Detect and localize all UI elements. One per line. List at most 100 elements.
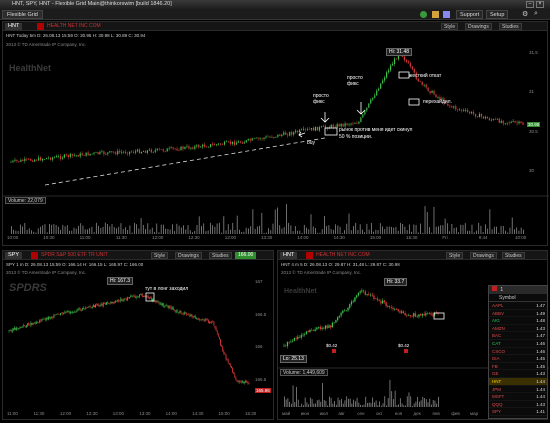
volume-bar xyxy=(87,229,88,234)
candle-body xyxy=(226,359,228,360)
volume-bar xyxy=(435,226,437,234)
main-price-chart[interactable] xyxy=(3,22,549,247)
candle-body xyxy=(472,112,475,114)
search-icon[interactable]: ⌕ xyxy=(534,10,538,18)
volume-bar xyxy=(404,226,406,234)
candle-body xyxy=(465,109,467,111)
candle-body xyxy=(143,296,145,297)
watchlist-row[interactable]: MSFT 1.44 xyxy=(489,393,547,401)
volume-bar xyxy=(431,232,433,234)
candle-body xyxy=(246,381,248,383)
volume-bar xyxy=(326,226,328,234)
spy-price-chart[interactable] xyxy=(3,251,275,421)
minimize-button[interactable]: – xyxy=(526,1,534,8)
candle-body xyxy=(433,90,435,95)
volume-bar xyxy=(420,223,421,234)
axis-tick-label: май xyxy=(282,411,291,416)
volume-bar xyxy=(292,385,294,407)
candle-body xyxy=(100,303,102,306)
watchlist-row[interactable]: JPM 1.44 xyxy=(489,386,547,394)
candle-body xyxy=(141,294,143,295)
candle-body xyxy=(342,310,344,313)
candle-body xyxy=(399,311,401,313)
watchlist-row[interactable]: SPY 1.41 xyxy=(489,408,547,416)
candle-body xyxy=(467,109,469,112)
candle-body xyxy=(426,313,429,314)
axis-tick-label: ноя xyxy=(394,411,403,416)
candle-body xyxy=(368,294,370,295)
message-icon[interactable] xyxy=(432,11,439,18)
link-icon[interactable] xyxy=(443,11,450,18)
watchlist-row[interactable]: AAPL 1.47 xyxy=(489,302,547,310)
candle-body xyxy=(312,330,315,331)
watchlist-row[interactable]: DIA 1.45 xyxy=(489,355,547,363)
watchlist-column-header[interactable]: Symbol xyxy=(489,294,547,302)
watchlist-row[interactable]: AMZN 1.43 xyxy=(489,325,547,333)
candle-body xyxy=(40,320,42,322)
watchlist-row[interactable]: ABBV 1.49 xyxy=(489,310,547,318)
watchlist-value: 1.45 xyxy=(536,363,545,369)
candle-body xyxy=(150,149,152,153)
candle-body xyxy=(152,298,153,301)
candle-body xyxy=(200,319,202,321)
watchlist-row[interactable]: AIG 1.48 xyxy=(489,317,547,325)
volume-bar xyxy=(408,224,410,234)
candle-body xyxy=(235,376,237,380)
candle-body xyxy=(387,305,389,307)
candle-body xyxy=(11,329,13,332)
candle-body xyxy=(190,314,192,317)
close-button[interactable]: × xyxy=(536,1,544,8)
candle-body xyxy=(309,329,311,333)
candle-body xyxy=(423,84,425,86)
volume-bar xyxy=(26,229,28,234)
candle-body xyxy=(385,72,388,78)
volume-bar xyxy=(216,223,218,234)
candle-body xyxy=(48,317,49,320)
volume-bar xyxy=(493,226,495,234)
watchlist-row[interactable]: FB 1.45 xyxy=(489,363,547,371)
volume-bar xyxy=(78,225,79,234)
watchlist-header[interactable]: 1 xyxy=(489,286,547,294)
candle-body xyxy=(508,122,510,124)
candle-body xyxy=(361,290,363,292)
volume-bar xyxy=(312,226,314,234)
volume-bar xyxy=(178,225,180,234)
watchlist-row[interactable]: BAC 1.47 xyxy=(489,332,547,340)
watchlist-row[interactable]: QQQ 1.43 xyxy=(489,401,547,409)
candle-body xyxy=(206,146,208,148)
axis-tick-label: 13:00 xyxy=(224,235,236,240)
candle-body xyxy=(343,310,346,312)
volume-bar xyxy=(384,228,386,234)
support-button[interactable]: Support xyxy=(456,10,484,19)
candle-body xyxy=(237,141,239,143)
gear-icon[interactable]: ⚙ xyxy=(522,10,528,18)
watchlist-row[interactable]: CAT 1.46 xyxy=(489,340,547,348)
candle-body xyxy=(102,303,104,306)
volume-bar xyxy=(40,226,41,234)
annotation-market-against: рынок против меня идет скинул 50 % позиц… xyxy=(339,127,413,140)
volume-bar xyxy=(396,405,398,407)
candle-body xyxy=(310,127,313,130)
trend-line xyxy=(44,137,326,186)
volume-bar xyxy=(306,227,307,234)
candle-body xyxy=(482,116,485,119)
candle-body xyxy=(401,311,403,313)
candle-body xyxy=(146,150,149,153)
candle-body xyxy=(144,296,146,297)
candle-body xyxy=(512,121,514,122)
watchlist-symbol: AMZN xyxy=(492,325,505,331)
candle-body xyxy=(132,151,135,153)
candle-body xyxy=(184,146,186,149)
candle-body xyxy=(20,327,22,328)
candle-body xyxy=(59,314,60,316)
candle-body xyxy=(67,155,69,157)
tab-flexible-grid[interactable]: Flexible Grid xyxy=(2,10,43,19)
watchlist-symbol: CAT xyxy=(492,340,501,346)
watchlist-row[interactable]: GE 1.43 xyxy=(489,370,547,378)
setup-button[interactable]: Setup xyxy=(486,10,509,19)
earnings-marker-icon xyxy=(332,349,336,353)
volume-bar xyxy=(104,222,106,234)
candle-body xyxy=(318,127,320,131)
watchlist-row[interactable]: CSCO 1.46 xyxy=(489,348,547,356)
watchlist-row[interactable]: HNT 1.44 xyxy=(489,377,547,386)
